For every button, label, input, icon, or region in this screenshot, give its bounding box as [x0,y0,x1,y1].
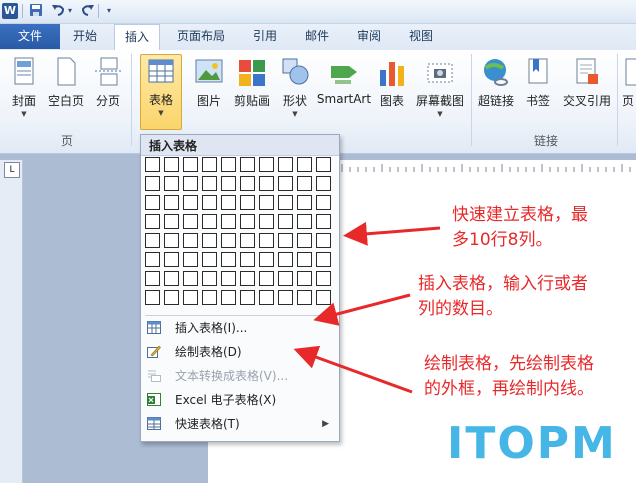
annotation-line: 的外框，再绘制内线。 [424,379,594,399]
annotation-line: 快速建立表格，最 [452,205,588,225]
arrow-to-grid [343,221,441,246]
annotation-line: 多10行8列。 [452,230,553,250]
watermark-logo: ITOPM [447,418,617,469]
annotation-insert-table: 插入表格，输入行或者 列的数目。 [418,272,588,322]
annotation-draw-table: 绘制表格，先绘制表格 的外框，再绘制内线。 [424,352,594,402]
arrow-to-insert-table [313,293,411,326]
annotation-line: 绘制表格，先绘制表格 [424,354,594,374]
annotation-line: 插入表格，输入行或者 [418,274,588,294]
annotation-quick-table: 快速建立表格，最 多10行8列。 [452,203,588,253]
annotation-line: 列的数目。 [418,299,503,319]
arrow-to-draw-table [293,345,413,394]
